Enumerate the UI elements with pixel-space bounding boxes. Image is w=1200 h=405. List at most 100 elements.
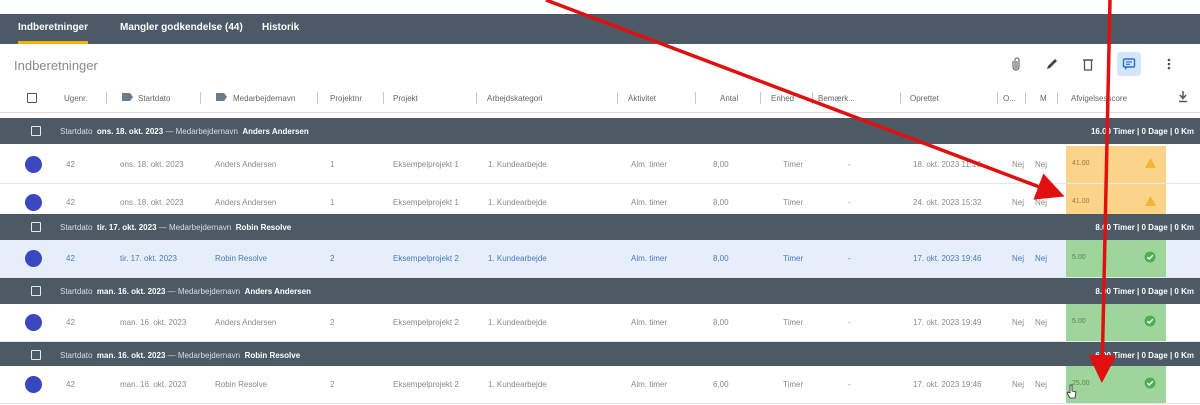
col-aktivitet[interactable]: Aktivitet bbox=[628, 94, 656, 103]
cell-arbejdskategori: 1. Kundearbejde bbox=[488, 318, 547, 327]
cell-ugenr: 42 bbox=[66, 198, 75, 207]
trash-icon[interactable] bbox=[1076, 52, 1100, 76]
col-separator bbox=[617, 92, 618, 104]
cell-projekt: Eksempelprojekt 1 bbox=[393, 160, 459, 169]
col-separator bbox=[1025, 92, 1026, 104]
cell-projektnr: 2 bbox=[330, 318, 335, 327]
cell-projektnr: 1 bbox=[330, 160, 335, 169]
cell-startdato: ons. 18. okt. 2023 bbox=[120, 198, 184, 207]
table-row[interactable]: 42 man. 16. okt. 2023 Robin Resolve 2 Ek… bbox=[0, 366, 1200, 404]
cell-oprettet: 18. okt. 2023 11:18 bbox=[913, 160, 981, 169]
score-value: 41.00 bbox=[1072, 198, 1090, 205]
cell-m: Nej bbox=[1035, 198, 1048, 207]
group-header: Startdato man. 16. okt. 2023 — Medarbejd… bbox=[0, 342, 1200, 368]
col-bemaerkning[interactable]: Bemærk... bbox=[818, 94, 855, 103]
group-header: Startdato ons. 18. okt. 2023 — Medarbejd… bbox=[0, 118, 1200, 144]
afvigelsesscore-cell: 41.00 bbox=[1066, 146, 1166, 183]
afvigelsesscore-cell: 25.00 bbox=[1066, 366, 1166, 403]
cell-ugenr: 42 bbox=[66, 254, 75, 263]
user-avatar-dot bbox=[25, 250, 42, 267]
cell-bemaerkning: - bbox=[848, 160, 851, 169]
download-icon[interactable] bbox=[1178, 90, 1188, 105]
select-all-checkbox[interactable] bbox=[27, 93, 37, 103]
cell-o: Nej bbox=[1012, 160, 1025, 169]
cell-o: Nej bbox=[1012, 254, 1025, 263]
cell-startdato: tir. 17. okt. 2023 bbox=[120, 254, 177, 263]
tab-mangler-godkendelse[interactable]: Mangler godkendelse (44) bbox=[120, 14, 243, 44]
cell-medarbejdernavn: Robin Resolve bbox=[215, 380, 268, 389]
top-band bbox=[0, 0, 1200, 14]
col-afvigelsesscore[interactable]: Afvigelsesscore bbox=[1071, 94, 1127, 103]
col-separator bbox=[106, 92, 107, 104]
page-title: Indberetninger bbox=[14, 58, 98, 73]
user-avatar-dot bbox=[25, 376, 42, 393]
group-checkbox[interactable] bbox=[31, 286, 41, 296]
col-medarbejdernavn[interactable]: Medarbejdernavn bbox=[233, 94, 295, 103]
cell-aktivitet: Alm. timer bbox=[631, 198, 667, 207]
cell-antal: 8,00 bbox=[713, 254, 729, 263]
cell-arbejdskategori: 1. Kundearbejde bbox=[488, 160, 547, 169]
tab-historik[interactable]: Historik bbox=[262, 14, 299, 44]
afvigelsesscore-cell: 5.00 bbox=[1066, 304, 1166, 341]
group-checkbox[interactable] bbox=[31, 350, 41, 360]
cell-m: Nej bbox=[1035, 160, 1048, 169]
group-summary: 8.00 Timer | 0 Dage | 0 Km bbox=[1095, 223, 1194, 232]
table-row[interactable]: 42 tir. 17. okt. 2023 Robin Resolve 2 Ek… bbox=[0, 240, 1200, 278]
col-separator bbox=[317, 92, 318, 104]
cell-projekt: Eksempelprojekt 2 bbox=[393, 380, 459, 389]
table-row[interactable]: 42 ons. 18. okt. 2023 Anders Andersen 1 … bbox=[0, 146, 1200, 184]
table-row[interactable]: 42 man. 16. okt. 2023 Anders Andersen 2 … bbox=[0, 304, 1200, 342]
cell-ugenr: 42 bbox=[66, 380, 75, 389]
cell-startdato: ons. 18. okt. 2023 bbox=[120, 160, 184, 169]
cell-enhed: Timer bbox=[783, 254, 804, 263]
cell-o: Nej bbox=[1012, 198, 1025, 207]
cell-arbejdskategori: 1. Kundearbejde bbox=[488, 254, 547, 263]
comment-icon[interactable] bbox=[1117, 52, 1141, 76]
col-separator bbox=[900, 92, 901, 104]
col-antal[interactable]: Antal bbox=[720, 94, 738, 103]
more-vert-icon[interactable] bbox=[1157, 52, 1181, 76]
cell-enhed: Timer bbox=[783, 160, 804, 169]
group-header: Startdato man. 16. okt. 2023 — Medarbejd… bbox=[0, 278, 1200, 304]
check-circle-icon bbox=[1144, 251, 1156, 265]
cell-aktivitet: Alm. timer bbox=[631, 160, 667, 169]
cell-antal: 6,00 bbox=[713, 380, 729, 389]
cell-ugenr: 42 bbox=[66, 318, 75, 327]
cell-oprettet: 24. okt. 2023 15:32 bbox=[913, 198, 982, 207]
col-projekt[interactable]: Projekt bbox=[393, 94, 418, 103]
col-separator bbox=[695, 92, 696, 104]
cell-startdato: man. 16. okt. 2023 bbox=[120, 318, 187, 327]
cell-bemaerkning: - bbox=[848, 198, 851, 207]
paperclip-icon[interactable] bbox=[1004, 52, 1028, 76]
group-checkbox[interactable] bbox=[31, 126, 41, 136]
group-tag-icon bbox=[216, 92, 228, 104]
cell-medarbejdernavn: Anders Andersen bbox=[215, 160, 277, 169]
col-projektnr[interactable]: Projektnr bbox=[330, 94, 362, 103]
cell-enhed: Timer bbox=[783, 380, 804, 389]
mouse-pointer-icon bbox=[1066, 384, 1078, 405]
pencil-icon[interactable] bbox=[1040, 52, 1064, 76]
cell-arbejdskategori: 1. Kundearbejde bbox=[488, 198, 547, 207]
col-m[interactable]: M bbox=[1040, 94, 1047, 103]
group-summary: 16.00 Timer | 0 Dage | 0 Km bbox=[1090, 127, 1194, 136]
col-startdato[interactable]: Startdato bbox=[138, 94, 170, 103]
col-ugenr[interactable]: Ugenr. bbox=[64, 94, 88, 103]
cell-startdato: man. 16. okt. 2023 bbox=[120, 380, 187, 389]
col-oprettet[interactable]: Oprettet bbox=[910, 94, 939, 103]
tab-indberetninger[interactable]: Indberetninger bbox=[18, 14, 89, 44]
group-summary: 6.00 Timer | 0 Dage | 0 Km bbox=[1095, 351, 1194, 360]
cell-aktivitet: Alm. timer bbox=[631, 254, 667, 263]
score-value: 5.00 bbox=[1072, 318, 1086, 325]
cell-projekt: Eksempelprojekt 2 bbox=[393, 318, 459, 327]
col-arbejdskategori[interactable]: Arbejdskategori bbox=[487, 94, 543, 103]
col-separator bbox=[383, 92, 384, 104]
col-enhed[interactable]: Enhed bbox=[771, 94, 794, 103]
table-header: Ugenr. Startdato Medarbejdernavn Projekt… bbox=[0, 84, 1200, 113]
group-checkbox[interactable] bbox=[31, 222, 41, 232]
cell-projektnr: 1 bbox=[330, 198, 335, 207]
cell-projekt: Eksempelprojekt 1 bbox=[393, 198, 459, 207]
col-o[interactable]: O... bbox=[1003, 94, 1016, 103]
tab-bar: Indberetninger Mangler godkendelse (44) … bbox=[0, 14, 1200, 44]
cell-projektnr: 2 bbox=[330, 254, 335, 263]
score-value: 5.00 bbox=[1072, 254, 1086, 261]
